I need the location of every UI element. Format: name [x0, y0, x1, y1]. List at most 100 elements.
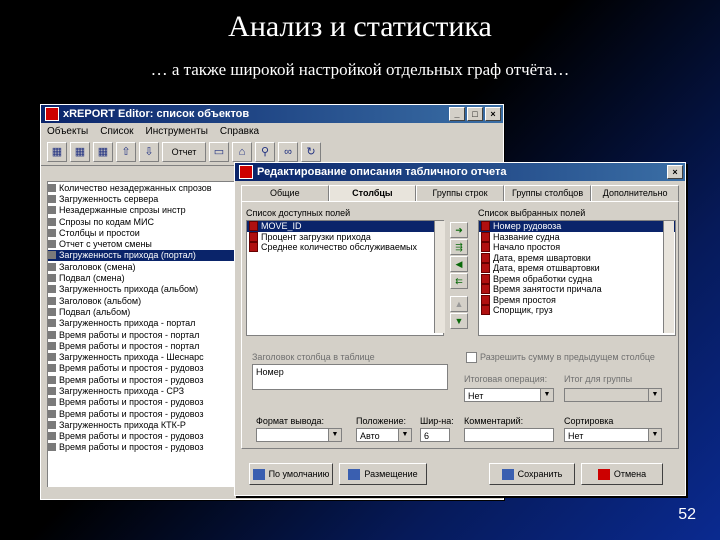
tree-item[interactable]: Загруженность прихода - СРЗ	[48, 385, 236, 396]
delete-table-icon[interactable]: ▦	[93, 142, 113, 162]
menu-item-tools[interactable]: Инструменты	[146, 126, 208, 137]
tree-item[interactable]: Загруженность прихода (портал)	[48, 249, 236, 262]
dialog-tab[interactable]: Группы строк	[416, 185, 504, 201]
item-icon	[48, 330, 56, 339]
tree-item[interactable]: Время работы и простоя - портал	[48, 329, 236, 340]
tree-item[interactable]: Время работы и простоя - рудовоз	[48, 397, 236, 408]
tree-item[interactable]: Подвал (альбом)	[48, 306, 236, 317]
tree-item[interactable]: Незадержанные спрозы инстр	[48, 205, 236, 216]
move-up-button[interactable]: ▲	[450, 296, 468, 312]
item-icon	[48, 420, 56, 429]
format-select[interactable]: ▼	[256, 428, 342, 442]
move-up-icon[interactable]: ⇧	[116, 142, 136, 162]
tree-item[interactable]: Время работы и простоя - портал	[48, 340, 236, 351]
tree-item-label: Загруженность прихода (альбом)	[59, 284, 199, 295]
remove-all-button[interactable]: ⇇	[450, 273, 468, 289]
tree-item-label: Незадержанные спрозы инстр	[59, 205, 186, 216]
dialog-tab[interactable]: Столбцы	[328, 185, 417, 201]
available-fields-list[interactable]: MOVE_ID Процент загрузки прихода Среднее к…	[246, 220, 444, 336]
selected-field-item[interactable]: Дата, время отшвартовки	[479, 263, 675, 274]
maximize-button[interactable]: □	[467, 107, 483, 121]
find-icon[interactable]: ⚲	[255, 142, 275, 162]
close-button[interactable]: ×	[485, 107, 501, 121]
column-header-input[interactable]: Номер	[252, 364, 448, 390]
selected-field-item[interactable]: Начало простоя	[479, 242, 675, 253]
item-icon	[48, 240, 56, 249]
save-button[interactable]: Сохранить	[489, 463, 575, 485]
selected-field-item[interactable]: Спорщик, груз	[479, 305, 675, 316]
tree-item[interactable]: Подвал (смена)	[48, 272, 236, 283]
add-all-button[interactable]: ⇶	[450, 239, 468, 255]
add-field-button[interactable]: ➜	[450, 222, 468, 238]
tree-item[interactable]: Отчет с учетом смены	[48, 238, 236, 249]
available-field-item[interactable]: MOVE_ID	[247, 221, 443, 232]
report-button[interactable]: Отчет	[162, 142, 206, 162]
selected-field-item[interactable]: Дата, время швартовки	[479, 252, 675, 264]
sum-prev-checkbox[interactable]	[466, 352, 477, 363]
default-button[interactable]: По умолчанию	[249, 463, 333, 485]
available-scrollbar[interactable]	[434, 221, 445, 333]
move-down-button[interactable]: ▼	[450, 313, 468, 329]
editor-titlebar[interactable]: xREPORT Editor: список объектов _ □ ×	[41, 105, 503, 123]
dialog-tab[interactable]: Общие	[241, 185, 329, 201]
tree-item[interactable]: Время работы и простоя - рудовоз	[48, 442, 236, 453]
cancel-button[interactable]: Отмена	[581, 463, 663, 485]
menu-item-help[interactable]: Справка	[220, 126, 259, 137]
selected-field-item[interactable]: Название судна	[479, 231, 675, 243]
sort-select[interactable]: Нет ▼	[564, 428, 662, 442]
new-table-icon[interactable]: ▦	[47, 142, 67, 162]
menu-item-objects[interactable]: Объекты	[47, 126, 88, 137]
selected-field-item[interactable]: Номер рудовоза	[479, 221, 675, 232]
tree-item[interactable]: Загруженность прихода - портал	[48, 318, 236, 329]
placement-button[interactable]: Размещение	[339, 463, 427, 485]
remove-field-button[interactable]: ◀	[450, 256, 468, 272]
tree-item[interactable]: Количество незадержанных спрозов	[48, 182, 236, 193]
save-button-label: Сохранить	[517, 469, 563, 479]
tree-item-label: Время работы и простоя - рудовоз	[59, 363, 204, 374]
tree-item-label: Загруженность прихода КТК-Р	[59, 419, 186, 430]
dialog-tab[interactable]: Дополнительно	[591, 185, 679, 201]
dialog-titlebar[interactable]: Редактирование описания табличного отчет…	[235, 163, 685, 181]
tree-item[interactable]: Время работы и простоя - рудовоз	[48, 363, 236, 374]
menu-item-list[interactable]: Список	[100, 126, 133, 137]
selected-field-item[interactable]: Время обработки судна	[479, 273, 675, 285]
selected-field-item-label: Дата, время швартовки	[493, 252, 591, 263]
total-op-select[interactable]: Нет ▼	[464, 388, 554, 402]
tree-item[interactable]: Загруженность прихода (альбом)	[48, 284, 236, 295]
selected-field-item[interactable]: Время занятости причала	[479, 284, 675, 295]
tree-item[interactable]: Время работы и простоя - рудовоз	[48, 408, 236, 419]
available-field-item[interactable]: Среднее количество обслуживаемых	[247, 242, 443, 253]
selected-field-item-label: Дата, время отшвартовки	[493, 263, 600, 274]
tree-item[interactable]: Загруженность прихода КТК-Р	[48, 419, 236, 430]
tree-item[interactable]: Загруженность прихода - Шеснарс	[48, 351, 236, 362]
dialog-tab[interactable]: Группы столбцов	[503, 185, 592, 201]
minimize-button[interactable]: _	[449, 107, 465, 121]
item-icon	[481, 231, 490, 242]
tree-item[interactable]: Столбцы и простои	[48, 227, 236, 238]
group-total-select[interactable]: ▼	[564, 388, 662, 402]
selected-field-item[interactable]: Время простоя	[479, 294, 675, 306]
tree-item[interactable]: Загруженность сервера	[48, 193, 236, 204]
position-select[interactable]: Авто ▼	[356, 428, 412, 442]
selected-fields-list[interactable]: Номер рудовоза Название судна Начало прост…	[478, 220, 676, 336]
binoculars-icon[interactable]: ∞	[278, 142, 298, 162]
move-down-icon[interactable]: ⇩	[139, 142, 159, 162]
open-folder-icon[interactable]: ▭	[209, 142, 229, 162]
tree-item[interactable]: Заголовок (смена)	[48, 261, 236, 272]
home-icon[interactable]: ⌂	[232, 142, 252, 162]
dialog-close-button[interactable]: ×	[667, 165, 683, 179]
comment-input[interactable]	[464, 428, 554, 442]
selected-scrollbar[interactable]	[663, 221, 674, 333]
selected-fields-label: Список выбранных полей	[478, 208, 586, 218]
width-input[interactable]: 6	[420, 428, 450, 442]
tree-item[interactable]: Время работы и простоя - рудовоз	[48, 431, 236, 442]
tree-item[interactable]: Заголовок (альбом)	[48, 295, 236, 306]
report-button-label: Отчет	[171, 147, 197, 157]
column-header-value: Номер	[256, 367, 284, 377]
available-field-item[interactable]: Процент загрузки прихода	[247, 231, 443, 243]
refresh-icon[interactable]: ↻	[301, 142, 321, 162]
edit-table-icon[interactable]: ▦	[70, 142, 90, 162]
tree-item[interactable]: Спрозы по кодам МИС	[48, 216, 236, 227]
tree-item[interactable]: Время работы и простоя - рудовоз	[48, 374, 236, 385]
object-tree[interactable]: Количество незадержанных спрозов Загружен…	[47, 181, 237, 495]
